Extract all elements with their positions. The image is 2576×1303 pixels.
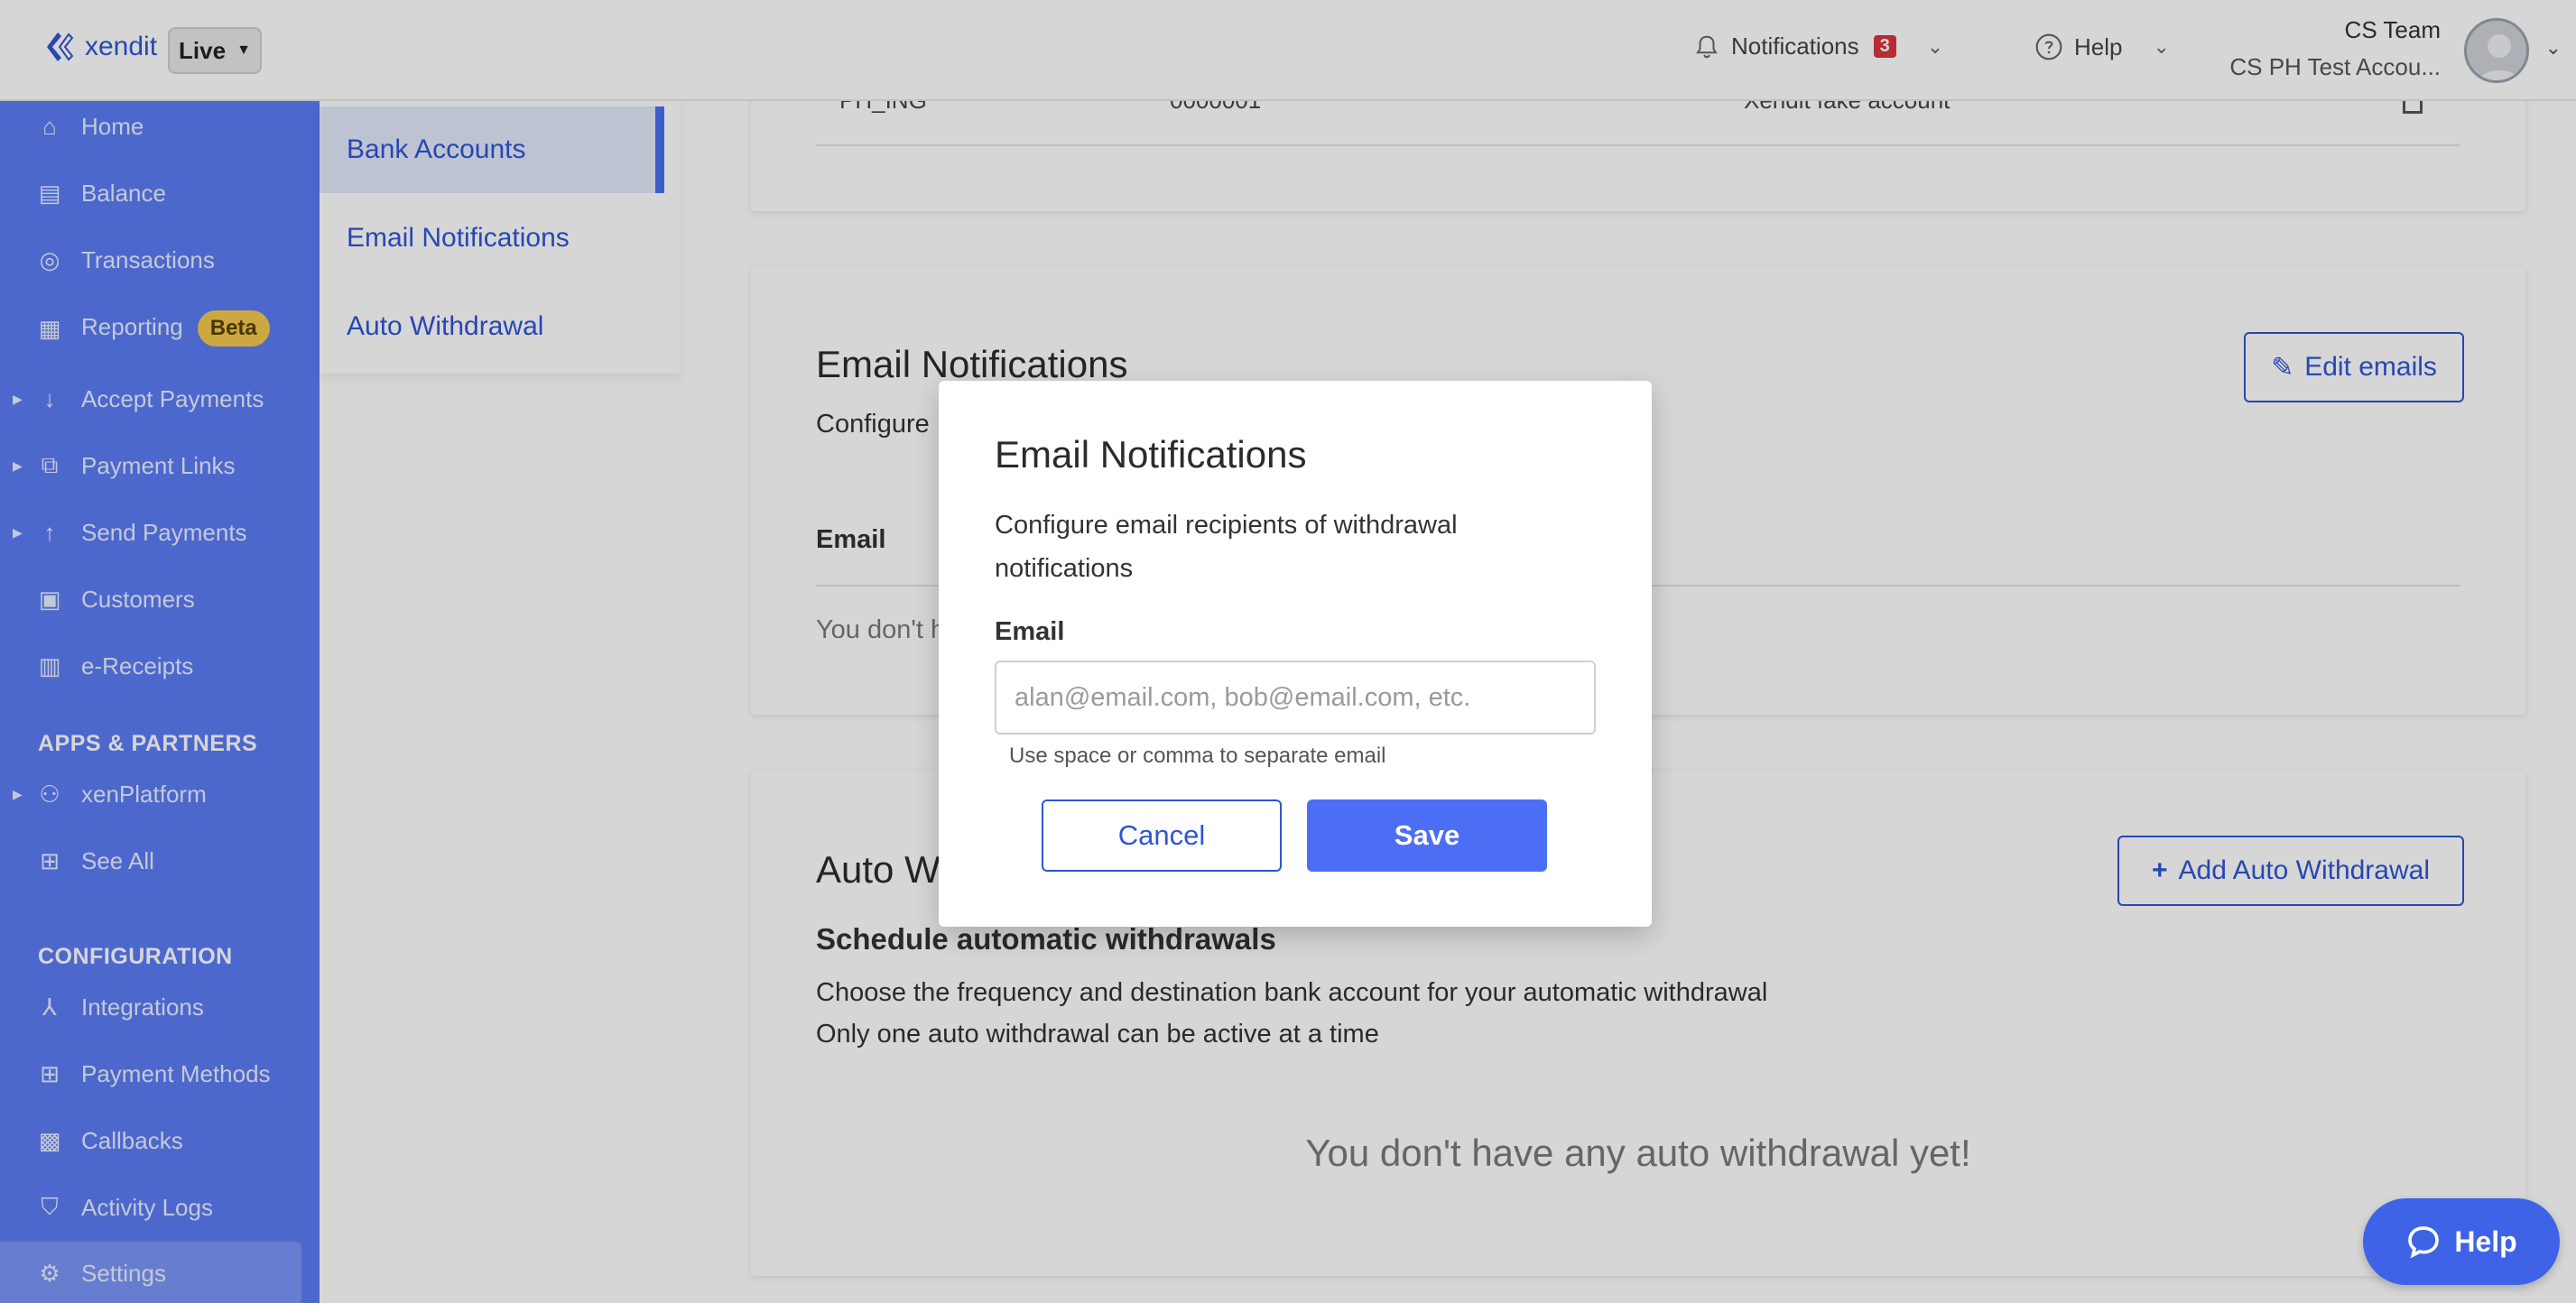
- save-button[interactable]: Save: [1307, 799, 1547, 872]
- help-chat-label: Help: [2454, 1224, 2517, 1258]
- email-label: Email: [995, 617, 1065, 646]
- modal-title: Email Notifications: [995, 433, 1307, 476]
- modal-description: Configure email recipients of withdrawal…: [995, 511, 1458, 583]
- email-input[interactable]: [995, 661, 1596, 735]
- chat-bubble-icon: [2408, 1226, 2440, 1259]
- email-hint: Use space or comma to separate email: [1009, 744, 1386, 768]
- help-chat-button[interactable]: Help: [2363, 1198, 2560, 1285]
- email-notifications-modal: Email Notifications Configure email reci…: [939, 381, 1652, 927]
- cancel-button[interactable]: Cancel: [1042, 799, 1282, 872]
